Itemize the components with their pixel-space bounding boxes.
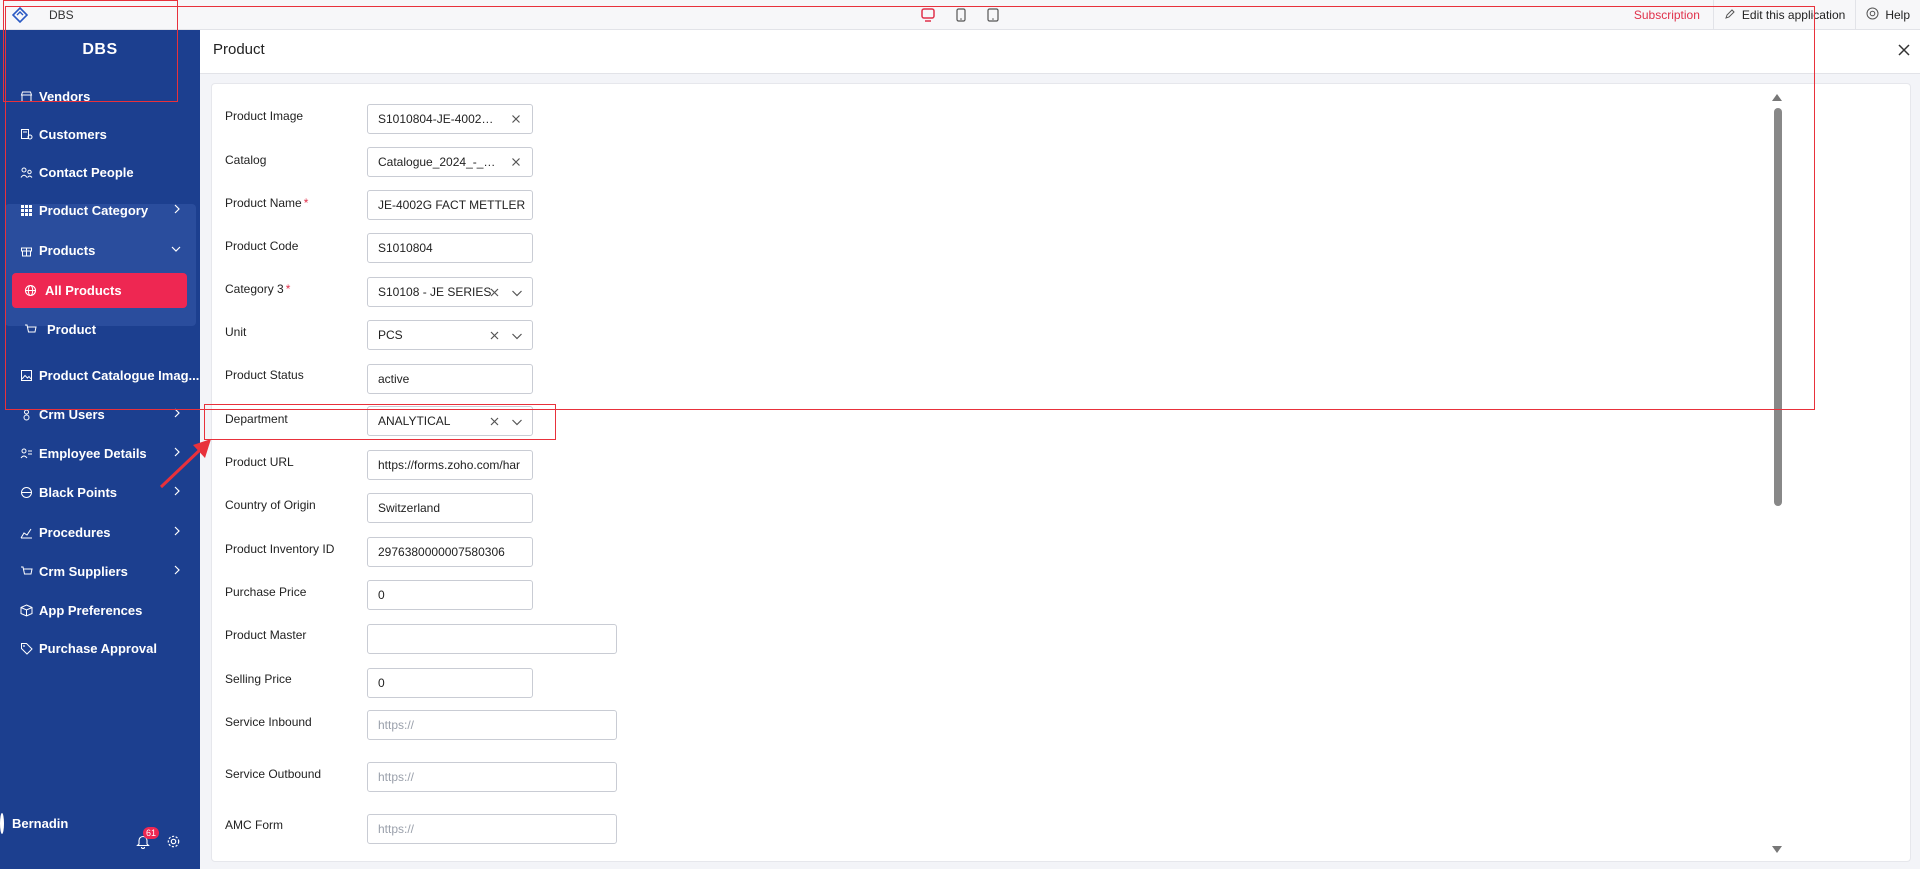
amc-form-input[interactable]: https:// [367,814,617,844]
product-url-value: https://forms.zoho.com/har [378,458,521,472]
product-url-label: Product URL [225,455,294,469]
purchase-price-label: Purchase Price [225,585,307,599]
service-outbound-input[interactable]: https:// [367,762,617,792]
amc-form-placeholder: https:// [378,822,415,836]
chart-icon [19,525,33,539]
help-label: Help [1885,8,1910,22]
gear-icon[interactable] [166,834,181,854]
sidebar-item-label: Employee Details [39,445,147,461]
service-outbound-placeholder: https:// [378,770,415,784]
purchase-price-input[interactable]: 0 [367,580,533,610]
product-master-input[interactable] [367,624,617,654]
purchase-price-value: 0 [378,588,385,602]
sidebar-item-label: App Preferences [39,602,143,618]
service-inbound-placeholder: https:// [378,718,415,732]
sidebar-item-label: Black Points [39,484,118,500]
notification-count-badge: 61 [143,827,160,839]
help-icon [1866,7,1879,23]
selling-price-value: 0 [378,676,385,690]
close-icon[interactable] [1896,42,1912,63]
product-inventory-id-input[interactable]: 2976380000007580306 [367,537,533,567]
service-inbound-label: Service Inbound [225,715,312,729]
user-name: Bernadin [12,816,69,831]
scroll-down-arrow-icon[interactable] [1771,842,1783,860]
service-outbound-label: Service Outbound [225,767,322,781]
product-inventory-id-label: Product Inventory ID [225,542,335,556]
annotation-arrow-icon [159,439,211,489]
selling-price-input[interactable]: 0 [367,668,533,698]
employee-icon [19,446,33,460]
box-icon [19,603,33,617]
circle-icon [19,485,33,499]
sidebar-item-label: Crm Suppliers [39,563,128,579]
sidebar-item-purchase-approval[interactable]: Purchase Approval [0,633,200,663]
sidebar-item-crm-suppliers[interactable]: Crm Suppliers [0,556,200,586]
chevron-right-icon [172,525,182,540]
chevron-right-icon [172,564,182,579]
sidebar-item-label: Purchase Approval [39,640,158,656]
product-inventory-id-value: 2976380000007580306 [378,545,505,559]
country-of-origin-label: Country of Origin [225,498,316,512]
help-button[interactable]: Help [1855,0,1920,30]
annotation-box-department [204,404,556,440]
user-bar: Bernadin 61 [0,813,200,869]
country-of-origin-input[interactable]: Switzerland [367,493,533,523]
product-url-input[interactable]: https://forms.zoho.com/har [367,450,533,480]
selling-price-label: Selling Price [225,672,292,686]
tag-icon [19,641,33,655]
avatar[interactable] [0,813,4,834]
amc-form-label: AMC Form [225,818,283,832]
annotation-box-top-section [5,6,1815,410]
service-inbound-input[interactable]: https:// [367,710,617,740]
product-master-label: Product Master [225,628,307,642]
sidebar-item-label: Procedures [39,524,111,540]
country-of-origin-value: Switzerland [378,501,441,515]
cart-icon [19,564,33,578]
sidebar-item-procedures[interactable]: Procedures [0,517,200,547]
sidebar-item-app-preferences[interactable]: App Preferences [0,595,200,625]
